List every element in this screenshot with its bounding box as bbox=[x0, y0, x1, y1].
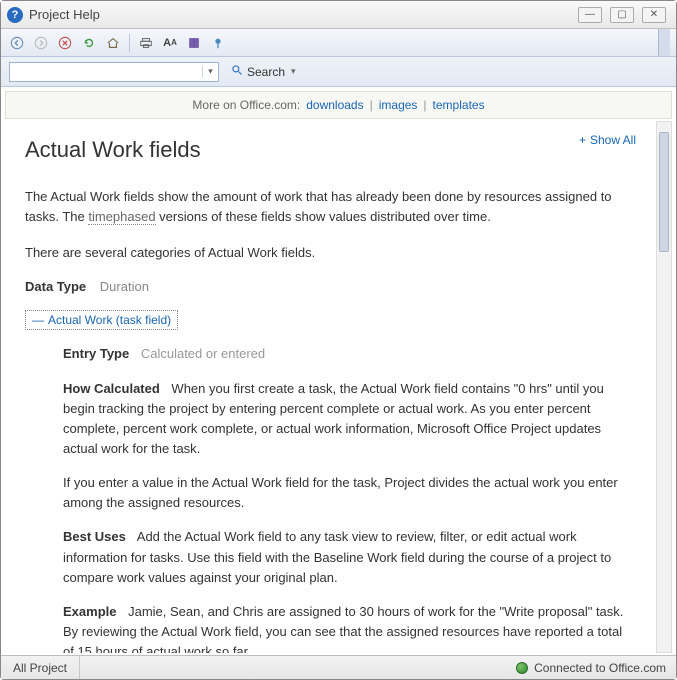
example-paragraph: Example Jamie, Sean, and Chris are assig… bbox=[63, 602, 636, 653]
content-area: + Show All Actual Work fields The Actual … bbox=[7, 121, 654, 653]
link-separator: | bbox=[423, 98, 426, 112]
status-connection[interactable]: Connected to Office.com bbox=[506, 661, 676, 675]
best-uses-text: Add the Actual Work field to any task vi… bbox=[63, 529, 611, 584]
data-type-row: Data Type Duration bbox=[25, 279, 636, 294]
more-on-office-row: More on Office.com: downloads | images |… bbox=[5, 91, 672, 119]
status-connection-label: Connected to Office.com bbox=[534, 661, 666, 675]
font-size-button[interactable]: AA bbox=[160, 33, 180, 53]
minus-icon: — bbox=[32, 313, 44, 327]
content-scrollbar[interactable] bbox=[656, 121, 672, 653]
data-type-label: Data Type bbox=[25, 279, 86, 294]
minimize-button[interactable]: — bbox=[578, 7, 602, 23]
search-scope-dropdown[interactable]: ▾ bbox=[202, 66, 218, 77]
toc-toggle-button[interactable] bbox=[184, 33, 204, 53]
link-separator: | bbox=[370, 98, 373, 112]
home-button[interactable] bbox=[103, 33, 123, 53]
data-type-value: Duration bbox=[100, 279, 149, 294]
intro-paragraph-2: There are several categories of Actual W… bbox=[25, 243, 636, 263]
print-button[interactable] bbox=[136, 33, 156, 53]
statusbar: All Project Connected to Office.com bbox=[1, 655, 676, 679]
how-calculated-paragraph: How Calculated When you first create a t… bbox=[63, 379, 636, 460]
best-uses-paragraph: Best Uses Add the Actual Work field to a… bbox=[63, 527, 636, 587]
search-button[interactable]: Search ▾ bbox=[225, 62, 302, 82]
images-link[interactable]: images bbox=[379, 98, 418, 112]
titlebar: ? Project Help — ▢ ✕ bbox=[1, 1, 676, 29]
glossary-term-timephased[interactable]: timephased bbox=[88, 209, 155, 225]
entry-type-row: Entry Type Calculated or entered bbox=[63, 344, 636, 364]
search-icon bbox=[231, 64, 243, 79]
entry-type-value: Calculated or entered bbox=[141, 346, 265, 361]
search-row: ▾ Search ▾ bbox=[1, 57, 676, 87]
intro-paragraph: The Actual Work fields show the amount o… bbox=[25, 187, 636, 227]
example-text: Jamie, Sean, and Chris are assigned to 3… bbox=[63, 604, 623, 653]
pin-button[interactable] bbox=[208, 33, 228, 53]
window-title: Project Help bbox=[29, 7, 578, 22]
example-label: Example bbox=[63, 604, 116, 619]
refresh-button[interactable] bbox=[79, 33, 99, 53]
status-scope-label: All Project bbox=[13, 661, 67, 675]
search-field[interactable]: ▾ bbox=[9, 62, 219, 82]
search-button-label: Search bbox=[247, 65, 285, 79]
plus-icon: + bbox=[579, 133, 586, 147]
search-input[interactable] bbox=[10, 65, 202, 79]
task-field-details: Entry Type Calculated or entered How Cal… bbox=[63, 344, 636, 653]
intro-text-2: versions of these fields show values dis… bbox=[156, 209, 491, 224]
toolbar: AA bbox=[1, 29, 676, 57]
maximize-button[interactable]: ▢ bbox=[610, 7, 634, 23]
downloads-link[interactable]: downloads bbox=[306, 98, 363, 112]
forward-button[interactable] bbox=[31, 33, 51, 53]
templates-link[interactable]: templates bbox=[433, 98, 485, 112]
globe-icon bbox=[516, 662, 528, 674]
article-title: Actual Work fields bbox=[25, 137, 636, 163]
close-button[interactable]: ✕ bbox=[642, 7, 666, 23]
chevron-down-icon: ▾ bbox=[291, 66, 296, 77]
status-scope[interactable]: All Project bbox=[1, 656, 80, 679]
toolbar-separator bbox=[129, 34, 130, 52]
show-all-toggle[interactable]: + Show All bbox=[579, 133, 636, 147]
toolbar-overflow[interactable] bbox=[658, 29, 670, 56]
help-app-icon: ? bbox=[7, 7, 23, 23]
expander-label: Actual Work (task field) bbox=[48, 313, 171, 327]
back-button[interactable] bbox=[7, 33, 27, 53]
scrollbar-thumb[interactable] bbox=[659, 132, 669, 252]
more-on-prefix: More on Office.com: bbox=[192, 98, 300, 112]
divide-paragraph: If you enter a value in the Actual Work … bbox=[63, 473, 636, 513]
entry-type-label: Entry Type bbox=[63, 346, 129, 361]
how-calculated-label: How Calculated bbox=[63, 381, 160, 396]
actual-work-task-field-expander[interactable]: — Actual Work (task field) bbox=[25, 310, 178, 330]
window-controls: — ▢ ✕ bbox=[578, 7, 666, 23]
stop-button[interactable] bbox=[55, 33, 75, 53]
best-uses-label: Best Uses bbox=[63, 529, 126, 544]
show-all-label: Show All bbox=[590, 133, 636, 147]
